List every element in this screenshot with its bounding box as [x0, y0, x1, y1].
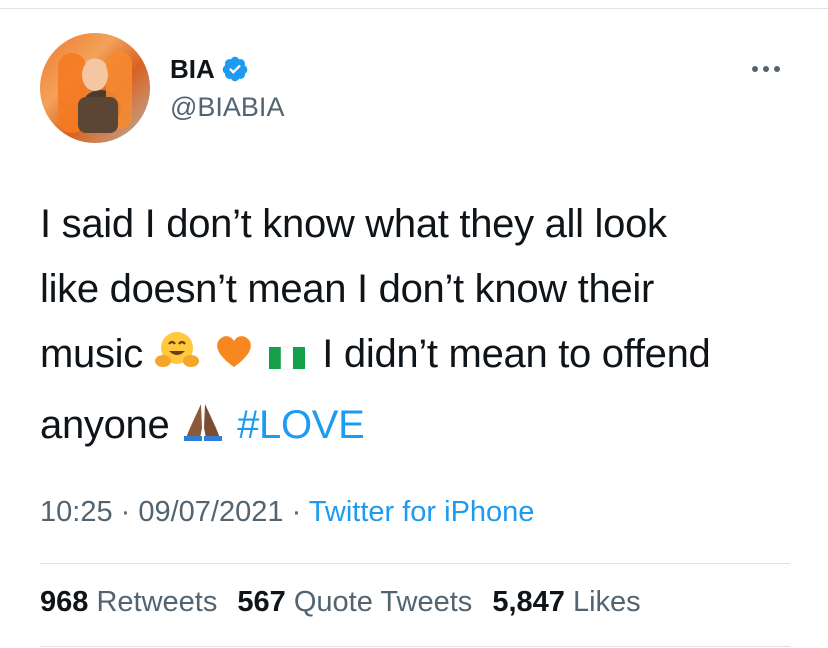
stats-divider-top [40, 563, 790, 564]
hugging-face-icon [154, 327, 200, 393]
tweet-word: anyone [40, 403, 170, 447]
tweet-line: music I didn’t mean to offend [40, 322, 800, 393]
tweet-text: I said I don’t know what they all look l… [40, 192, 800, 464]
tweet-word: I didn’t mean to offend [322, 332, 711, 376]
quote-tweets-label: Quote Tweets [293, 586, 473, 618]
tweet-line: anyone #LOVE [40, 393, 800, 464]
display-name[interactable]: BIA [170, 54, 215, 85]
likes-label: Likes [572, 586, 641, 618]
avatar-clothing [78, 97, 118, 133]
avatar-face [82, 59, 108, 91]
hashtag-link[interactable]: #LOVE [237, 403, 365, 447]
quote-tweets-count: 567 [237, 586, 286, 618]
top-divider [0, 8, 828, 9]
tweet-source-link[interactable]: Twitter for iPhone [309, 496, 535, 528]
likes-stat[interactable]: 5,847 Likes [492, 586, 640, 618]
likes-count: 5,847 [492, 586, 565, 618]
tweet-line: like doesn’t mean I don’t know their [40, 267, 654, 311]
avatar[interactable] [40, 33, 150, 143]
tweet-date[interactable]: 09/07/2021 [138, 496, 283, 528]
tweet-meta: 10:25 · 09/07/2021 · Twitter for iPhone [40, 496, 534, 529]
meta-separator: · [283, 496, 309, 528]
retweets-count: 968 [40, 586, 89, 618]
meta-separator: · [112, 496, 139, 528]
folded-hands-icon [180, 398, 226, 464]
nigeria-flag-icon [267, 328, 311, 393]
tweet-word: music [40, 332, 143, 376]
stats-divider-bottom [40, 646, 790, 647]
more-dot [752, 66, 758, 72]
user-handle[interactable]: @BIABIA [170, 92, 284, 123]
tweet-time[interactable]: 10:25 [40, 496, 113, 528]
more-options-icon[interactable] [752, 62, 786, 76]
verified-badge-icon [221, 55, 249, 83]
tweet-stats: 968 Retweets 567 Quote Tweets 5,847 Like… [40, 586, 653, 619]
retweets-label: Retweets [96, 586, 218, 618]
display-name-row[interactable]: BIA [170, 52, 249, 86]
tweet-line: I said I don’t know what they all look [40, 202, 667, 246]
retweets-stat[interactable]: 968 Retweets [40, 586, 225, 618]
quote-tweets-stat[interactable]: 567 Quote Tweets [237, 586, 480, 618]
more-dot [774, 66, 780, 72]
orange-heart-icon [211, 327, 257, 393]
more-dot [763, 66, 769, 72]
